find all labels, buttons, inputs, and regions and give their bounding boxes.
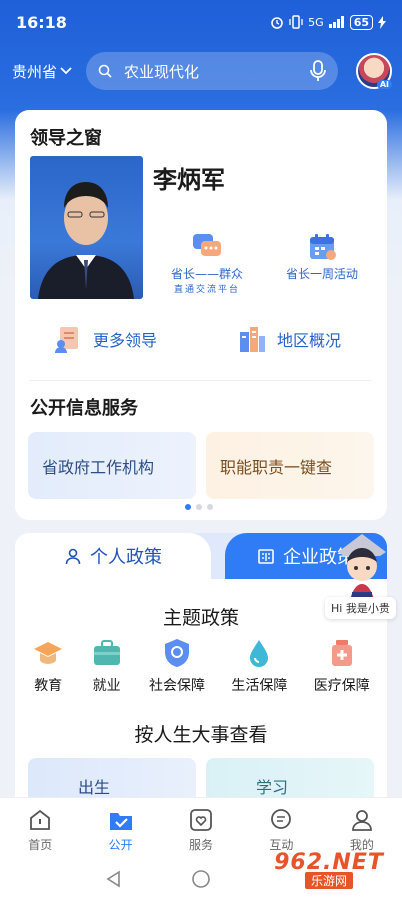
person-icon [65,548,81,565]
category-medical-security[interactable]: 医疗保障 [314,637,370,695]
gov-agencies-label: 省政府工作机构 [42,457,155,477]
vibrate-icon [289,15,303,29]
carousel-dot [207,504,213,510]
leader-portrait-icon [38,182,134,299]
category-medical-security-label: 医疗保障 [313,678,370,694]
home-circle-icon[interactable] [191,869,211,889]
region-overview-link[interactable]: 地区概况 [237,324,341,354]
governor-hotline-sub: 直通交流平台 [173,285,240,295]
status-bar: 16:18 5G 65 [0,0,402,44]
category-social-security[interactable]: 社会保障 [149,637,205,695]
chat-bubble-icon [193,234,221,256]
site-watermark: 962.NET 乐游网 [262,850,396,894]
building-icon [258,549,274,564]
gov-agencies-tile[interactable]: 省政府工作机构 [28,432,196,499]
microphone-icon[interactable] [310,60,326,82]
battery-level: 65 [349,14,373,30]
life-event-birth-label: 出生 [78,778,111,797]
nav-public-label: 公开 [108,838,133,852]
nav-home[interactable]: 首页 [0,798,80,860]
briefcase-icon [93,640,120,665]
nav-service[interactable]: 服务 [161,798,241,860]
search-input[interactable]: 农业现代化 [124,61,310,82]
category-employment-label: 就业 [92,678,121,694]
network-type: 5G [308,15,324,29]
signal-icon [328,16,344,28]
folder-check-icon [109,813,132,830]
duties-lookup-label: 职能职责一键查 [220,457,333,477]
search-icon [98,64,112,78]
governor-hotline-button[interactable]: 省长——群众 直通交流平台 [165,232,249,295]
carousel-dot-active [185,504,191,510]
calendar-icon [310,234,336,260]
category-living-security[interactable]: 生活保障 [231,637,287,695]
more-leaders-link[interactable]: 更多领导 [53,324,157,354]
life-events-title: 按人生大事查看 [134,724,268,746]
message-icon [271,809,292,829]
back-icon[interactable] [105,870,123,888]
nav-public[interactable]: 公开 [80,798,160,860]
card-divider [30,380,372,381]
alarm-icon [271,17,283,29]
status-icons: 5G 65 [270,14,386,30]
carousel-indicator [185,504,213,510]
category-living-security-label: 生活保障 [231,678,288,694]
user-icon [351,810,372,831]
mascot-greeting-bubble[interactable]: Hi 我是小贵 [325,597,396,619]
home-icon [30,809,51,830]
graduation-cap-icon [34,642,63,664]
more-leaders-label: 更多领导 [93,331,158,350]
service-heart-icon [190,809,212,831]
user-avatar[interactable]: AI [356,53,392,89]
policy-categories: 教育 就业 社会保障 生活保障 医疗保障 [15,637,387,695]
leaders-card: 领导之窗 李炳军 省长——群众 直通交流平台 省长一周活动 更多领导 地区概况 … [15,110,387,520]
duties-lookup-tile[interactable]: 职能职责一键查 [206,432,374,499]
carousel-dot [196,504,202,510]
leaders-document-icon [55,327,78,353]
category-social-security-label: 社会保障 [148,678,205,694]
ai-badge: AI [376,80,392,89]
category-education-label: 教育 [34,678,63,694]
search-bar[interactable]: 农业现代化 [86,52,339,90]
region-overview-label: 地区概况 [277,331,342,350]
charging-icon [378,15,386,29]
governor-hotline-label: 省长——群众 [170,267,243,281]
governor-weekly-button[interactable]: 省长一周活动 [277,232,367,282]
medicine-bottle-icon [331,640,352,666]
governor-weekly-label: 省长一周活动 [285,267,358,281]
nav-service-label: 服务 [189,838,214,852]
category-education[interactable]: 教育 [32,637,64,695]
region-selector[interactable]: 贵州省 [12,61,72,82]
leader-photo[interactable] [30,156,143,299]
section-title-leaders: 领导之窗 [30,128,102,149]
region-label: 贵州省 [12,62,58,81]
tab-personal-label: 个人政策 [90,547,162,568]
nav-home-label: 首页 [28,838,53,852]
status-time: 16:18 [16,12,67,32]
category-employment[interactable]: 就业 [91,637,123,695]
top-header: 贵州省 农业现代化 AI [0,50,402,92]
tab-personal-policy[interactable]: 个人政策 [15,533,211,579]
water-drop-icon [250,640,269,667]
watermark-sub: 乐游网 [304,872,353,889]
section-title-public-info: 公开信息服务 [30,398,138,419]
shield-icon [164,639,189,667]
chevron-down-icon [60,67,72,75]
buildings-icon [240,327,265,352]
life-event-study-label: 学习 [256,778,289,797]
leader-name: 李炳军 [153,166,225,194]
